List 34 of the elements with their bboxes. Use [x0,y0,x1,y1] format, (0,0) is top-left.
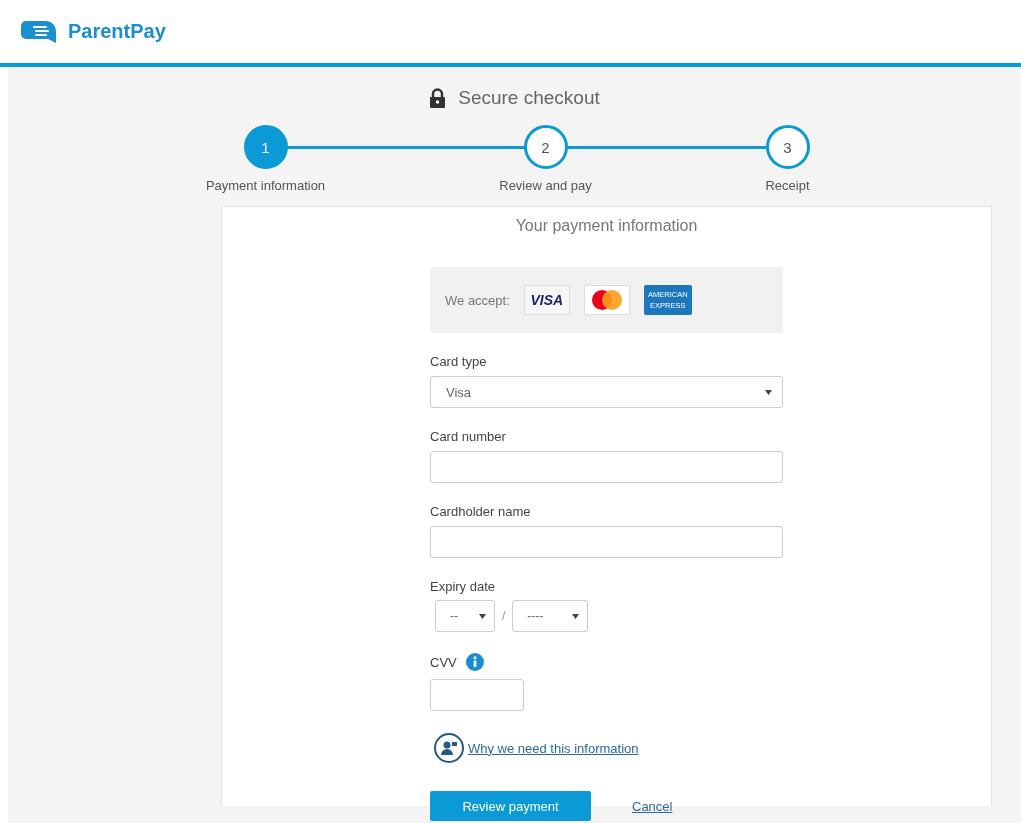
month-select[interactable]: -- [435,600,495,632]
cancel-link[interactable]: Cancel [632,798,673,814]
card-logo-icon [583,285,630,315]
date-separator: / [502,609,506,623]
lock-icon [429,88,447,108]
step-circle: 2 [523,125,568,169]
person-lock-icon [434,733,464,763]
dropdown-arrow-icon [765,389,772,395]
panel-title: Your payment information [514,217,699,235]
checkout-title: Secure checkout [458,87,600,109]
field-label: Card type [430,354,487,369]
info-icon[interactable] [465,653,484,671]
card-number-field[interactable] [430,451,783,483]
cvv-field[interactable] [430,679,524,711]
review-payment-button[interactable]: Review payment [430,791,591,821]
info-link[interactable]: Why we need this information [468,740,639,756]
brand-name: ParentPay [68,20,166,43]
card-type-select[interactable]: Visa [430,376,783,408]
visa-logo: VISA [523,285,570,315]
accept-label: We accept: [445,292,510,308]
field-label: Cardholder name [430,504,531,519]
step-circle: 1 [243,125,288,169]
logo-icon [20,18,58,45]
dropdown-arrow-icon [572,613,580,619]
field-label: Card number [430,429,506,444]
step-label: Payment information [205,178,326,193]
step-label: Receipt [765,178,810,193]
dropdown-arrow-icon [479,613,486,619]
step-circle: 3 [765,125,810,169]
field-label: Expiry date [430,579,496,594]
year-select[interactable]: ---- [512,600,589,632]
field-label: CVV [430,654,457,670]
cardholder-name-field[interactable] [430,526,783,558]
step-label: Review and pay [499,178,592,193]
